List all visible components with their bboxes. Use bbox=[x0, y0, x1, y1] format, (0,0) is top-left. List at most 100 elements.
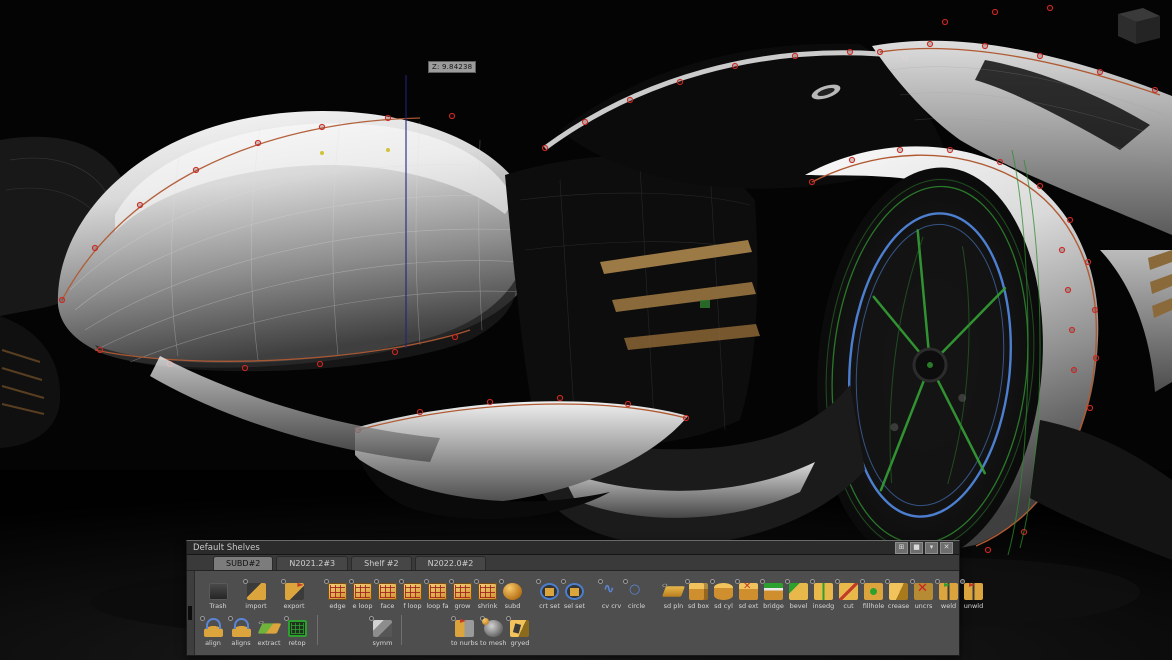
tool-export-icon bbox=[285, 583, 304, 600]
tool-subd-icon bbox=[503, 583, 522, 600]
shelf-tool-row: Trash import export edgee loopfacef looploo… bbox=[199, 574, 959, 610]
tool-aligns[interactable]: aligns bbox=[227, 620, 255, 647]
tool-floop[interactable]: f loop bbox=[400, 583, 425, 610]
tool-eloop[interactable]: e loop bbox=[350, 583, 375, 610]
tool-label: subd bbox=[505, 602, 521, 610]
tool-label: export bbox=[283, 602, 304, 610]
tool-sdpln-icon bbox=[662, 586, 685, 597]
shelf-tab-n2021-2-3[interactable]: N2021.2#3 bbox=[276, 556, 348, 570]
tool-bridge[interactable]: bridge bbox=[761, 583, 786, 610]
tool-bevel[interactable]: bevel bbox=[786, 583, 811, 610]
tool-cvcrv[interactable]: cv crv bbox=[599, 583, 624, 610]
tool-shrink-icon bbox=[478, 583, 497, 600]
tool-label: unwld bbox=[964, 602, 984, 610]
view-cube[interactable] bbox=[1118, 8, 1160, 44]
tool-sdcyl[interactable]: sd cyl bbox=[711, 583, 736, 610]
tool-shrink[interactable]: shrink bbox=[475, 583, 500, 610]
tool-circle[interactable]: circle bbox=[624, 583, 649, 610]
tool-align[interactable]: align bbox=[199, 620, 227, 647]
tool-label: sd box bbox=[688, 602, 709, 610]
tool-tonurbs[interactable]: to nurbs bbox=[450, 620, 479, 647]
tool-crtset[interactable]: crt set bbox=[537, 583, 562, 610]
tool-group: align alignsextract retop bbox=[199, 620, 311, 647]
tool-label: e loop bbox=[353, 602, 373, 610]
tool-tomesh[interactable]: to mesh bbox=[479, 620, 507, 647]
tool-grow[interactable]: grow bbox=[450, 583, 475, 610]
tool-label: shrink bbox=[478, 602, 498, 610]
tool-gryed[interactable]: gryed bbox=[507, 620, 532, 647]
shelf-window-buttons: ⊞■▾✕ bbox=[895, 542, 953, 554]
tool-face[interactable]: face bbox=[375, 583, 400, 610]
tool-label: crt set bbox=[539, 602, 560, 610]
tool-sdext-icon bbox=[739, 583, 758, 600]
tool-label: sd cyl bbox=[714, 602, 733, 610]
tool-sdpln[interactable]: sd pln bbox=[661, 583, 686, 610]
tool-symm[interactable]: symm bbox=[370, 620, 395, 647]
yellow-marker bbox=[320, 151, 324, 155]
tool-label: symm bbox=[373, 639, 393, 647]
tool-loopfa[interactable]: loop fa bbox=[425, 583, 450, 610]
filled-box-icon[interactable]: ■ bbox=[910, 542, 923, 554]
shelf-tab-n2022-0-2[interactable]: N2022.0#2 bbox=[415, 556, 487, 570]
tool-uncrs[interactable]: uncrs bbox=[911, 583, 936, 610]
tool-cut-icon bbox=[839, 583, 858, 600]
tool-weld[interactable]: weld bbox=[936, 583, 961, 610]
tool-label: retop bbox=[288, 639, 305, 647]
tool-subd[interactable]: subd bbox=[500, 583, 525, 610]
tool-group: symm bbox=[370, 620, 395, 647]
tool-crease[interactable]: crease bbox=[886, 583, 911, 610]
tool-label: sd ext bbox=[739, 602, 759, 610]
coordinate-readout: Z: 9.84238 bbox=[428, 61, 476, 73]
tool-import-icon bbox=[247, 583, 266, 600]
tool-sdext[interactable]: sd ext bbox=[736, 583, 761, 610]
tool-gryed-icon bbox=[510, 620, 529, 637]
tool-label: cut bbox=[843, 602, 853, 610]
chevron-down-icon[interactable]: ▾ bbox=[925, 542, 938, 554]
tool-import[interactable]: import bbox=[237, 583, 275, 610]
tool-selset[interactable]: sel set bbox=[562, 583, 587, 610]
shelf-body: Trash import export edgee loopfacef looploo… bbox=[187, 571, 959, 655]
tool-fillhole[interactable]: fillhole bbox=[861, 583, 886, 610]
shelf-window: Default Shelves ⊞■▾✕ SUBD#2N2021.2#3Shel… bbox=[186, 540, 960, 656]
tool-export[interactable]: export bbox=[275, 583, 313, 610]
tool-label: align bbox=[205, 639, 221, 647]
tool-loopfa-icon bbox=[428, 583, 447, 600]
shelf-title: Default Shelves bbox=[193, 543, 895, 553]
tool-label: import bbox=[245, 602, 266, 610]
tool-group: cv crv circle bbox=[599, 583, 649, 610]
tool-insedg[interactable]: insedg bbox=[811, 583, 836, 610]
tool-label: cv crv bbox=[602, 602, 622, 610]
tool-retop[interactable]: retop bbox=[283, 620, 311, 647]
tool-label: grow bbox=[455, 602, 471, 610]
tool-bevel-icon bbox=[789, 583, 808, 600]
tool-weld-icon bbox=[939, 583, 958, 600]
close-icon[interactable]: ✕ bbox=[940, 542, 953, 554]
tool-extract[interactable]: extract bbox=[255, 620, 283, 647]
tool-cut[interactable]: cut bbox=[836, 583, 861, 610]
tool-aligns-icon bbox=[232, 620, 251, 637]
tool-insedg-icon bbox=[814, 583, 833, 600]
tool-crtset-icon bbox=[540, 583, 559, 600]
tool-sdcyl-icon bbox=[714, 583, 733, 600]
tool-fillhole-icon bbox=[864, 583, 883, 600]
tool-label: gryed bbox=[511, 639, 530, 647]
tool-edge[interactable]: edge bbox=[325, 583, 350, 610]
tool-sdbox[interactable]: sd box bbox=[686, 583, 711, 610]
tool-label: to mesh bbox=[480, 639, 506, 647]
tool-extract-icon bbox=[257, 623, 281, 633]
tool-label: to nurbs bbox=[451, 639, 478, 647]
tool-unwld[interactable]: unwld bbox=[961, 583, 986, 610]
shelf-resize-handle[interactable] bbox=[187, 571, 195, 655]
plus-box-icon[interactable]: ⊞ bbox=[895, 542, 908, 554]
tool-circle-icon bbox=[627, 583, 646, 600]
tool-selset-icon bbox=[565, 583, 584, 600]
shelf-titlebar[interactable]: Default Shelves ⊞■▾✕ bbox=[187, 541, 959, 555]
tool-label: extract bbox=[257, 639, 280, 647]
shelf-tab-subd-2[interactable]: SUBD#2 bbox=[213, 556, 273, 570]
tool-label: bridge bbox=[763, 602, 784, 610]
tool-label: bevel bbox=[790, 602, 808, 610]
tool-label: circle bbox=[628, 602, 645, 610]
tool-trash[interactable]: Trash bbox=[199, 583, 237, 610]
tool-uncrs-icon bbox=[914, 583, 933, 600]
shelf-tab-shelf-2[interactable]: Shelf #2 bbox=[351, 556, 411, 570]
